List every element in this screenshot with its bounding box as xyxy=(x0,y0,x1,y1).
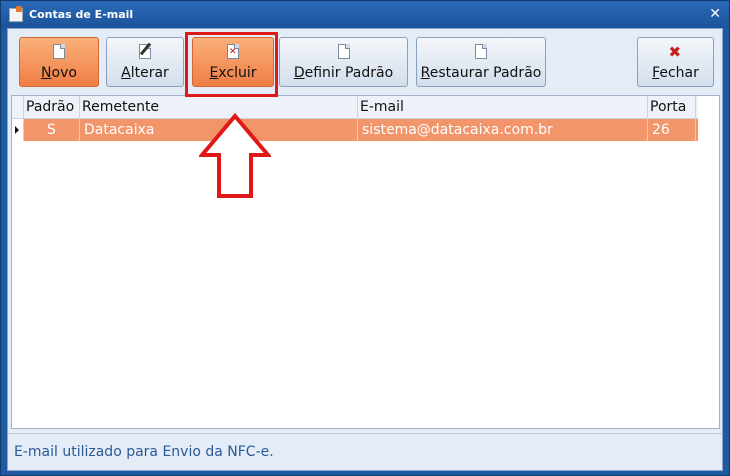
column-header-porta[interactable]: Porta xyxy=(648,96,696,118)
fechar-button[interactable]: ✖ Fechar xyxy=(637,37,714,87)
accounts-grid[interactable]: Padrão Remetente E-mail Porta S Datacaix… xyxy=(11,95,720,429)
new-document-icon xyxy=(52,44,66,60)
grid-header: Padrão Remetente E-mail Porta xyxy=(12,96,698,119)
close-x-icon: ✖ xyxy=(668,43,682,61)
edit-document-icon xyxy=(138,42,152,60)
cell-padrao[interactable]: S xyxy=(24,119,80,141)
document-icon xyxy=(337,44,351,60)
definir-padrao-button-label: Definir Padrão xyxy=(293,65,394,81)
annotation-up-arrow-icon xyxy=(199,113,271,198)
app-icon xyxy=(9,5,23,22)
title-bar[interactable]: Contas de E-mail ✕ xyxy=(1,1,729,28)
status-bar: E-mail utilizado para Envio da NFC-e. xyxy=(8,433,722,470)
email-accounts-window: Contas de E-mail ✕ Novo Alterar ✕ Exclui… xyxy=(0,0,730,476)
novo-button-label: Novo xyxy=(41,65,77,81)
restaurar-padrao-button[interactable]: Restaurar Padrão xyxy=(416,37,546,87)
alterar-button[interactable]: Alterar xyxy=(106,37,184,87)
cell-porta[interactable]: 26 xyxy=(648,119,696,141)
restaurar-padrao-button-label: Restaurar Padrão xyxy=(420,65,542,81)
window-title: Contas de E-mail xyxy=(29,8,134,21)
row-pointer-icon xyxy=(12,119,24,141)
cell-email[interactable]: sistema@datacaixa.com.br xyxy=(358,119,648,141)
alterar-button-label: Alterar xyxy=(121,65,169,81)
annotation-highlight-box xyxy=(185,32,278,97)
column-header-padrao[interactable]: Padrão xyxy=(24,96,80,118)
novo-button[interactable]: Novo xyxy=(19,37,99,87)
fechar-button-label: Fechar xyxy=(652,65,699,81)
row-indicator-header xyxy=(12,96,24,118)
client-area: Novo Alterar ✕ Excluir Definir Padrão Re… xyxy=(7,28,723,471)
column-header-email[interactable]: E-mail xyxy=(358,96,648,118)
document-icon xyxy=(474,44,488,60)
close-icon[interactable]: ✕ xyxy=(709,6,721,22)
table-row[interactable]: S Datacaixa sistema@datacaixa.com.br 26 xyxy=(12,119,698,141)
definir-padrao-button[interactable]: Definir Padrão xyxy=(279,37,408,87)
